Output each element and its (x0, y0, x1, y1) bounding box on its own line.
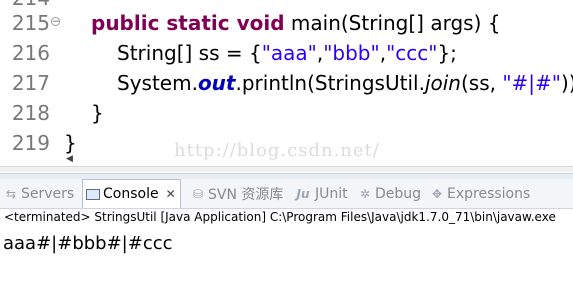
code-text: public static void main(String[] args) { (91, 11, 501, 35)
line-number: 217 (11, 71, 50, 95)
line-number: 215 (11, 11, 50, 35)
tab-label: Console (103, 186, 159, 202)
code-text: System.out.println(StringsUtil.join(ss, … (117, 71, 573, 95)
tab-label: Debug (375, 185, 422, 202)
tab-label: Expressions (447, 185, 531, 202)
watermark: http://blog.csdn.net/ (174, 140, 380, 161)
tab-debug[interactable]: ✲ Debug (358, 179, 421, 208)
code-editor[interactable]: 214 215 − public static void main(String… (0, 0, 573, 172)
panel-tab-bar: ⇆ Servers Console ✕ ⛁ SVN 资源库 Ju JUnit ✲… (0, 179, 573, 209)
servers-icon: ⇆ (5, 186, 17, 201)
tab-console[interactable]: Console ✕ (82, 179, 181, 208)
tab-label: JUnit (315, 185, 348, 202)
expressions-icon: ✥ (431, 186, 443, 201)
tab-servers[interactable]: ⇆ Servers (4, 179, 74, 208)
tab-svn[interactable]: ⛁ SVN 资源库 (191, 179, 283, 208)
tab-junit[interactable]: Ju JUnit (294, 179, 348, 208)
debug-icon: ✲ (359, 186, 371, 201)
console-icon (86, 188, 100, 200)
svn-icon: ⛁ (192, 186, 204, 201)
fold-toggle-icon[interactable]: − (51, 17, 60, 27)
line-number: 214 (0, 0, 50, 10)
tab-label: SVN 资源库 (208, 186, 284, 203)
code-text: String[] ss = {"aaa","bbb","ccc"}; (117, 41, 457, 65)
horizontal-scrollbar[interactable] (0, 166, 573, 172)
console-output: aaa#|#bbb#|#ccc (3, 233, 173, 254)
line-number: 216 (11, 41, 50, 65)
code-text: } (64, 131, 77, 155)
junit-icon: Ju (296, 186, 310, 201)
tab-expressions[interactable]: ✥ Expressions (430, 179, 530, 208)
tab-label: Servers (21, 185, 75, 202)
line-number: 218 (11, 101, 50, 125)
code-text: } (91, 101, 104, 125)
scroll-left-arrow-icon[interactable]: ◀ (66, 154, 73, 164)
close-icon[interactable]: ✕ (166, 187, 176, 201)
line-number: 219 (11, 131, 50, 155)
console-status-line: <terminated> StringsUtil [Java Applicati… (4, 210, 556, 224)
